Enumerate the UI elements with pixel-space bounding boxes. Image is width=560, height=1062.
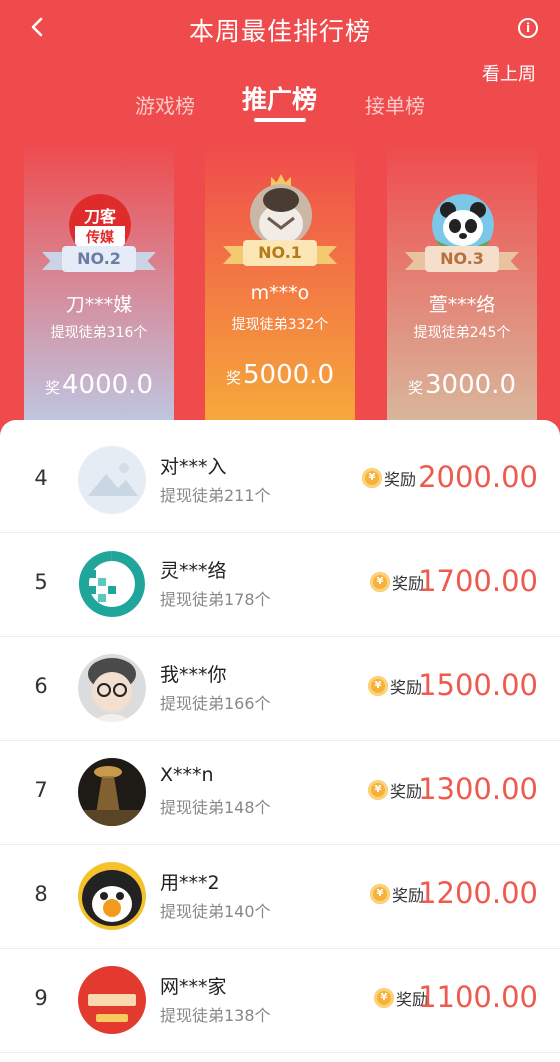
podium-count: 提现徒弟245个 xyxy=(413,325,511,341)
header-background: 本周最佳排行榜 i 看上周 游戏榜 推广榜 接单榜 刀客 传媒 NO.2 刀**… xyxy=(0,0,560,440)
award-amount: 1700.00 xyxy=(418,564,538,598)
rank-number: 7 xyxy=(34,778,48,802)
avatar xyxy=(78,550,146,618)
podium-name: m***o xyxy=(250,282,310,304)
podium-award: 奖3000.0 xyxy=(408,370,516,400)
coin-icon: ¥ xyxy=(368,780,388,800)
coin-icon: ¥ xyxy=(374,988,394,1008)
user-count: 提现徒弟148个 xyxy=(160,798,271,817)
title-bar: 本周最佳排行榜 i xyxy=(0,0,560,56)
award-amount: 2000.00 xyxy=(418,460,538,494)
list-item[interactable]: 7 X***n 提现徒弟148个 ¥ 奖励 1300.00 xyxy=(0,742,560,845)
rank-label: NO.3 xyxy=(425,246,499,272)
user-count: 提现徒弟178个 xyxy=(160,590,271,609)
list-item[interactable]: 9 网***家 提现徒弟138个 ¥ 奖励 1100.00 xyxy=(0,950,560,1053)
podium-third[interactable]: NO.3 萱***络 提现徒弟245个 奖3000.0 xyxy=(387,142,537,422)
podium-count: 提现徒弟316个 xyxy=(50,325,148,341)
info-icon[interactable]: i xyxy=(518,18,538,38)
user-name: 对***入 xyxy=(160,456,227,478)
rank-number: 4 xyxy=(34,466,48,490)
coin-icon: ¥ xyxy=(362,468,382,488)
avatar xyxy=(78,966,146,1034)
active-tab-indicator xyxy=(254,118,306,122)
coin-icon: ¥ xyxy=(368,676,388,696)
coin-icon: ¥ xyxy=(370,884,390,904)
award-amount: 1500.00 xyxy=(418,668,538,702)
award-label: 奖励 xyxy=(384,470,417,489)
rank-number: 8 xyxy=(34,882,48,906)
user-count: 提现徒弟211个 xyxy=(160,486,271,505)
rank-ribbon: NO.2 xyxy=(42,242,156,274)
rank-number: 9 xyxy=(34,986,48,1010)
award-amount: 1100.00 xyxy=(418,980,538,1014)
tab-bar: 游戏榜 推广榜 接单榜 xyxy=(0,78,560,128)
podium-first[interactable]: NO.1 m***o 提现徒弟332个 奖5000.0 xyxy=(205,142,355,422)
user-name: 用***2 xyxy=(160,872,220,894)
user-name: 我***你 xyxy=(160,664,227,686)
avatar-logo-text-top: 刀客 xyxy=(84,207,117,226)
rank-number: 6 xyxy=(34,674,48,698)
coin-icon: ¥ xyxy=(370,572,390,592)
podium-second[interactable]: 刀客 传媒 NO.2 刀***媒 提现徒弟316个 奖4000.0 xyxy=(24,142,174,422)
list-item[interactable]: 6 我***你 提现徒弟166个 ¥ 奖励 1500.00 xyxy=(0,638,560,741)
user-name: 网***家 xyxy=(160,976,227,998)
list-item[interactable]: 8 用***2 提现徒弟140个 ¥ 奖励 1200.00 xyxy=(0,846,560,949)
avatar xyxy=(78,758,146,826)
user-name: X***n xyxy=(160,764,214,786)
rank-ribbon: NO.3 xyxy=(405,242,519,274)
list-item[interactable]: 5 灵***络 提现徒弟178个 ¥ 奖励 1700.00 xyxy=(0,534,560,637)
podium-count: 提现徒弟332个 xyxy=(231,317,329,333)
list-item[interactable]: 4 对***入 提现徒弟211个 ¥ 奖励 2000.00 xyxy=(0,430,560,533)
avatar xyxy=(78,446,146,514)
podium-award: 奖5000.0 xyxy=(226,360,334,390)
user-name: 灵***络 xyxy=(160,560,227,582)
tab-promotion[interactable]: 推广榜 xyxy=(242,80,317,116)
rank-label: NO.2 xyxy=(62,246,136,272)
avatar xyxy=(78,654,146,722)
rank-label: NO.1 xyxy=(243,240,317,266)
ranking-list: 4 对***入 提现徒弟211个 ¥ 奖励 2000.00 5 灵***络 提现… xyxy=(0,420,560,1062)
podium-name: 刀***媒 xyxy=(65,294,133,316)
award-amount: 1300.00 xyxy=(418,772,538,806)
user-count: 提现徒弟140个 xyxy=(160,902,271,921)
user-count: 提现徒弟166个 xyxy=(160,694,271,713)
page-title: 本周最佳排行榜 xyxy=(188,17,371,46)
podium-name: 萱***络 xyxy=(428,294,496,316)
rank-number: 5 xyxy=(34,570,48,594)
user-count: 提现徒弟138个 xyxy=(160,1006,271,1025)
award-amount: 1200.00 xyxy=(418,876,538,910)
tab-game[interactable]: 游戏榜 xyxy=(135,90,195,119)
podium-award: 奖4000.0 xyxy=(45,370,153,400)
tab-orders[interactable]: 接单榜 xyxy=(365,90,425,119)
avatar xyxy=(78,862,146,930)
rank-ribbon: NO.1 xyxy=(223,236,337,268)
